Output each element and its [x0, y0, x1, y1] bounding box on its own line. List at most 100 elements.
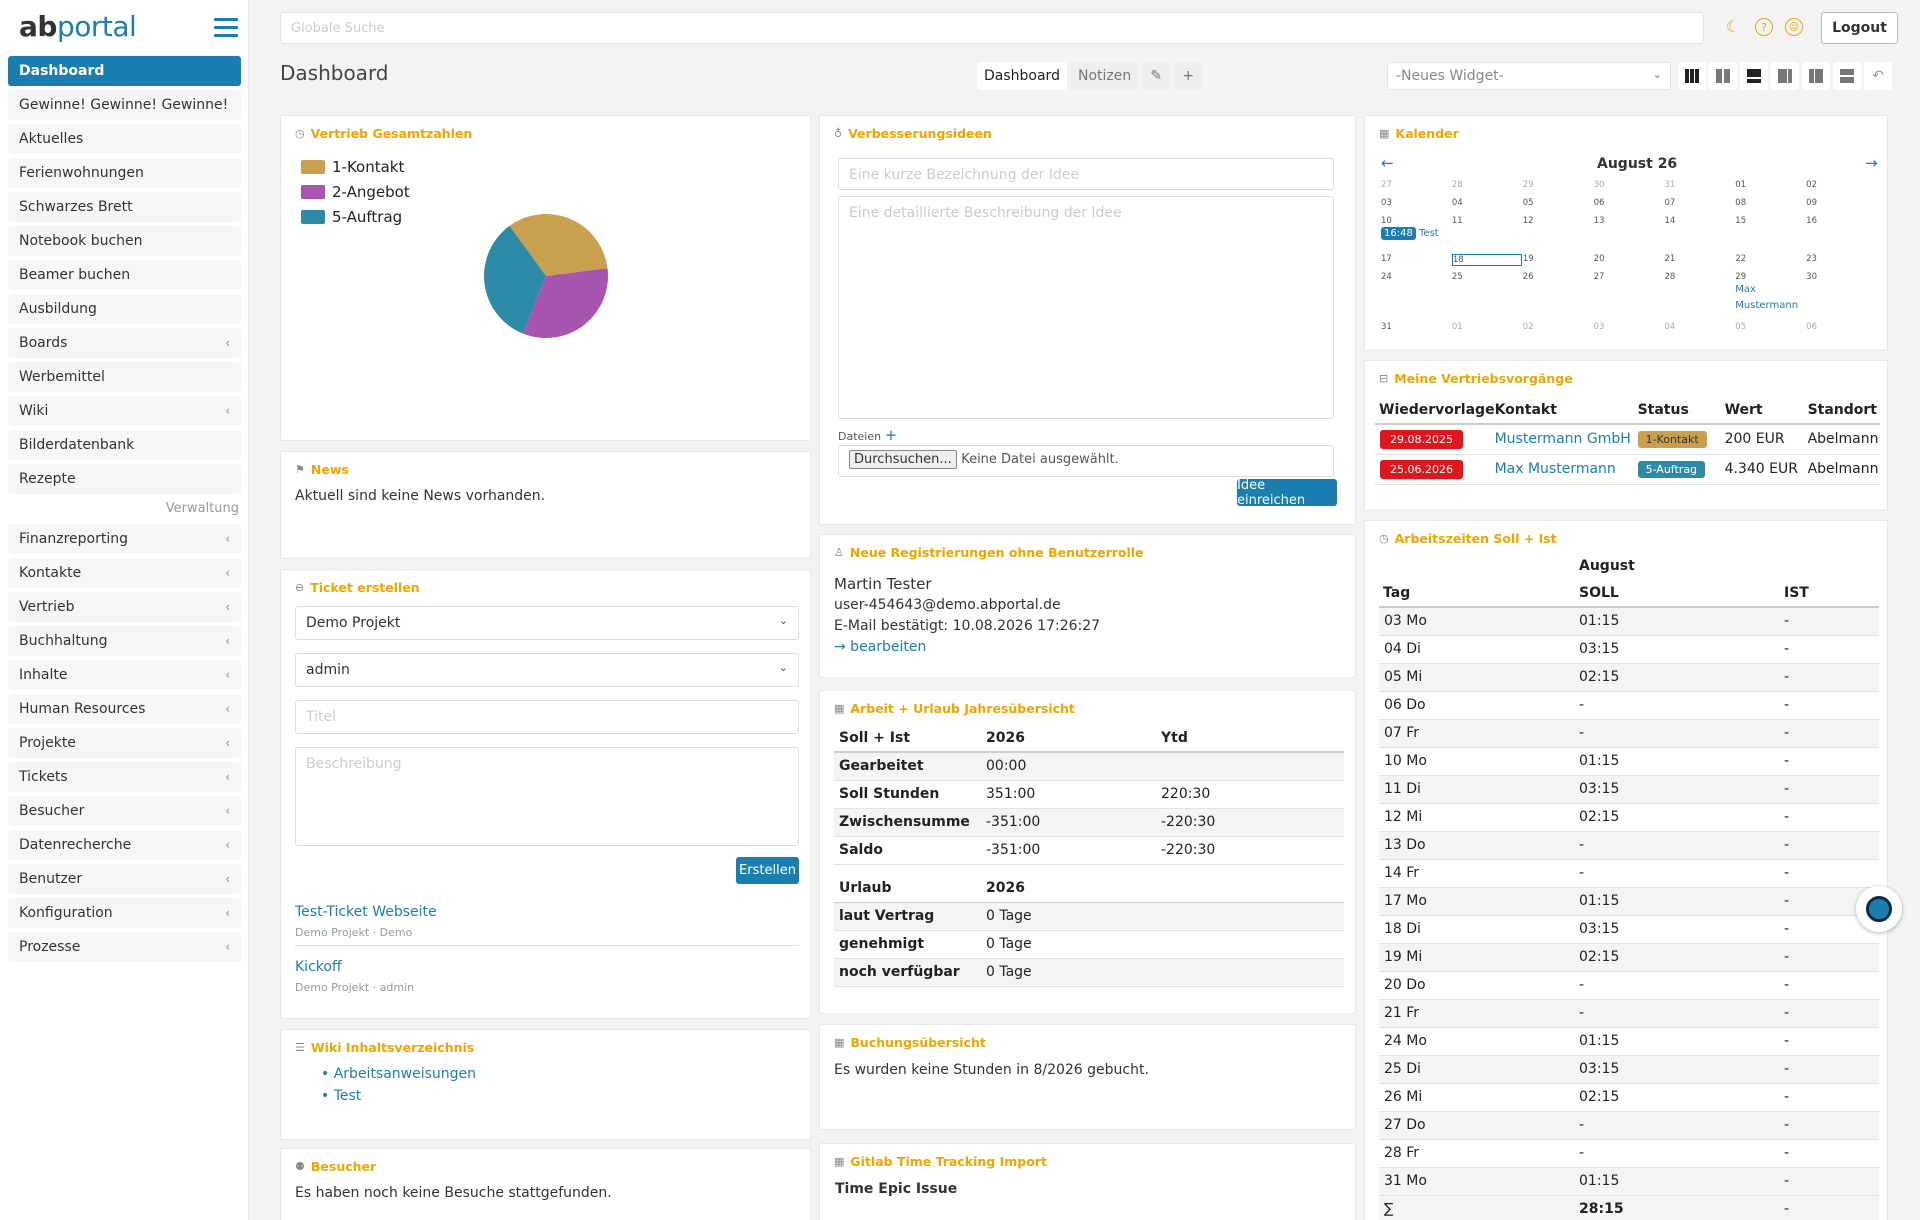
legend-entry[interactable]: 2-Angebot	[301, 179, 410, 204]
ticket-description-input[interactable]: Beschreibung	[295, 747, 799, 846]
wiki-link-2[interactable]: • Test	[321, 1088, 361, 1104]
calendar-day[interactable]: 31	[1662, 180, 1733, 198]
sidebar-item-inhalte[interactable]: Inhalte ‹	[8, 660, 241, 690]
calendar-day[interactable]: 01	[1450, 322, 1521, 340]
sidebar-item-projekte[interactable]: Projekte ‹	[8, 728, 241, 758]
sidebar-item-finanzreporting[interactable]: Finanzreporting ‹	[8, 524, 241, 554]
moon-icon[interactable]: ☾	[1724, 18, 1742, 36]
sidebar-item-ausbildung[interactable]: Ausbildung	[8, 294, 241, 324]
help-icon[interactable]: ?	[1755, 18, 1773, 36]
calendar-day[interactable]: 23	[1804, 254, 1875, 272]
calendar-day[interactable]: 25	[1450, 272, 1521, 322]
calendar-day[interactable]: 13	[1592, 216, 1663, 254]
logout-button[interactable]: Logout	[1821, 12, 1898, 44]
ticket-link-1[interactable]: Test-Ticket Webseite	[295, 904, 437, 920]
calendar-day[interactable]: 28	[1662, 272, 1733, 322]
calendar-event[interactable]: Max Mustermann	[1735, 282, 1804, 314]
sidebar-item-benutzer[interactable]: Benutzer ‹	[8, 864, 241, 894]
edit-registration-link[interactable]: → bearbeiten	[834, 639, 926, 655]
sidebar-item-datenrecherche[interactable]: Datenrecherche ‹	[8, 830, 241, 860]
calendar-day[interactable]: 30	[1804, 272, 1875, 322]
calendar-day[interactable]: 05	[1521, 198, 1592, 216]
calendar-day[interactable]: 09	[1804, 198, 1875, 216]
sidebar-item-bilderdatenbank[interactable]: Bilderdatenbank	[8, 430, 241, 460]
sidebar-item-notebook-buchen[interactable]: Notebook buchen	[8, 226, 241, 256]
sidebar-item-wiki[interactable]: Wiki ‹	[8, 396, 241, 426]
legend-entry[interactable]: 5-Auftrag	[301, 204, 410, 229]
calendar-day[interactable]: 27	[1379, 180, 1450, 198]
layout-3col-icon[interactable]	[1678, 62, 1706, 90]
sidebar-item-boards[interactable]: Boards ‹	[8, 328, 241, 358]
sidebar-item-vertrieb[interactable]: Vertrieb ‹	[8, 592, 241, 622]
add-tab-icon[interactable]: +	[1174, 62, 1203, 90]
sidebar-item-buchhaltung[interactable]: Buchhaltung ‹	[8, 626, 241, 656]
layout-wide-icon[interactable]	[1740, 62, 1768, 90]
layout-right-icon[interactable]	[1802, 62, 1830, 90]
calendar-day[interactable]: 31	[1379, 322, 1450, 340]
calendar-day[interactable]: 04	[1662, 322, 1733, 340]
calendar-day[interactable]: 29 Max Mustermann	[1733, 272, 1804, 322]
assistant-bot-button[interactable]	[1856, 886, 1902, 932]
sidebar-item-prozesse[interactable]: Prozesse ‹	[8, 932, 241, 962]
calendar-day[interactable]: 11	[1450, 216, 1521, 254]
layout-rows-icon[interactable]	[1833, 62, 1861, 90]
sidebar-item-gewinne-gewinne-gewinne-[interactable]: Gewinne! Gewinne! Gewinne!	[8, 90, 241, 120]
browse-button[interactable]: Durchsuchen...	[849, 450, 957, 469]
calendar-day[interactable]: 05	[1733, 322, 1804, 340]
hamburger-menu-icon[interactable]	[214, 18, 238, 37]
sidebar-item-besucher[interactable]: Besucher ‹	[8, 796, 241, 826]
calendar-day[interactable]: 24	[1379, 272, 1450, 322]
edit-tab-icon[interactable]: ✎	[1142, 62, 1171, 90]
calendar-day[interactable]: 26	[1521, 272, 1592, 322]
calendar-day[interactable]: 04	[1450, 198, 1521, 216]
calendar-day[interactable]: 19	[1521, 254, 1592, 272]
calendar-day[interactable]: 01	[1733, 180, 1804, 198]
calendar-day[interactable]: 27	[1592, 272, 1663, 322]
calendar-day[interactable]: 30	[1592, 180, 1663, 198]
contact-link[interactable]: Mustermann GmbH	[1495, 431, 1631, 447]
sidebar-item-human-resources[interactable]: Human Resources ‹	[8, 694, 241, 724]
calendar-event[interactable]: 16:48 Test	[1381, 227, 1450, 240]
calendar-day[interactable]: 29	[1521, 180, 1592, 198]
idea-short-input[interactable]: Eine kurze Bezeichnung der Idee	[838, 158, 1334, 190]
sidebar-item-kontakte[interactable]: Kontakte ‹	[8, 558, 241, 588]
layout-2col-icon[interactable]	[1709, 62, 1737, 90]
calendar-next-icon[interactable]: →	[1865, 154, 1878, 172]
undo-icon[interactable]: ↶	[1864, 62, 1892, 90]
calendar-day[interactable]: 03	[1379, 198, 1450, 216]
create-ticket-button[interactable]: Erstellen	[736, 857, 799, 884]
calendar-day[interactable]: 07	[1662, 198, 1733, 216]
calendar-day[interactable]: 21	[1662, 254, 1733, 272]
calendar-day[interactable]: 08	[1733, 198, 1804, 216]
sidebar-item-schwarzes-brett[interactable]: Schwarzes Brett	[8, 192, 241, 222]
contact-link[interactable]: Max Mustermann	[1495, 461, 1616, 477]
tab-dashboard[interactable]: Dashboard	[977, 62, 1067, 90]
file-input[interactable]: Durchsuchen... Keine Datei ausgewählt.	[838, 445, 1334, 477]
add-file-icon[interactable]: +	[885, 426, 898, 444]
sidebar-item-aktuelles[interactable]: Aktuelles	[8, 124, 241, 154]
calendar-day[interactable]: 20	[1592, 254, 1663, 272]
user-select[interactable]: admin ⌄	[295, 653, 799, 687]
calendar-day[interactable]: 22	[1733, 254, 1804, 272]
sidebar-item-konfiguration[interactable]: Konfiguration ‹	[8, 898, 241, 928]
sidebar-item-ferienwohnungen[interactable]: Ferienwohnungen	[8, 158, 241, 188]
calendar-day[interactable]: 14	[1662, 216, 1733, 254]
calendar-day[interactable]: 15	[1733, 216, 1804, 254]
sidebar-item-beamer-buchen[interactable]: Beamer buchen	[8, 260, 241, 290]
idea-long-input[interactable]: Eine detaillierte Beschreibung der Idee	[838, 196, 1334, 419]
submit-idea-button[interactable]: Idee einreichen	[1237, 478, 1337, 508]
sidebar-item-tickets[interactable]: Tickets ‹	[8, 762, 241, 792]
calendar-day[interactable]: 16	[1804, 216, 1875, 254]
ticket-link-2[interactable]: Kickoff	[295, 959, 342, 975]
calendar-day[interactable]: 02	[1804, 180, 1875, 198]
sidebar-item-dashboard[interactable]: Dashboard	[8, 56, 241, 86]
calendar-day[interactable]: 06	[1804, 322, 1875, 340]
calendar-day[interactable]: 12	[1521, 216, 1592, 254]
project-select[interactable]: Demo Projekt ⌄	[295, 606, 799, 640]
calendar-day[interactable]: 10 16:48 Test	[1379, 216, 1450, 254]
sidebar-item-werbemittel[interactable]: Werbemittel	[8, 362, 241, 392]
user-icon[interactable]: ☺	[1785, 18, 1803, 36]
ticket-title-input[interactable]: Titel	[295, 700, 799, 734]
new-widget-select[interactable]: -Neues Widget- ⌄	[1387, 62, 1671, 90]
global-search-input[interactable]: Globale Suche	[280, 12, 1704, 44]
